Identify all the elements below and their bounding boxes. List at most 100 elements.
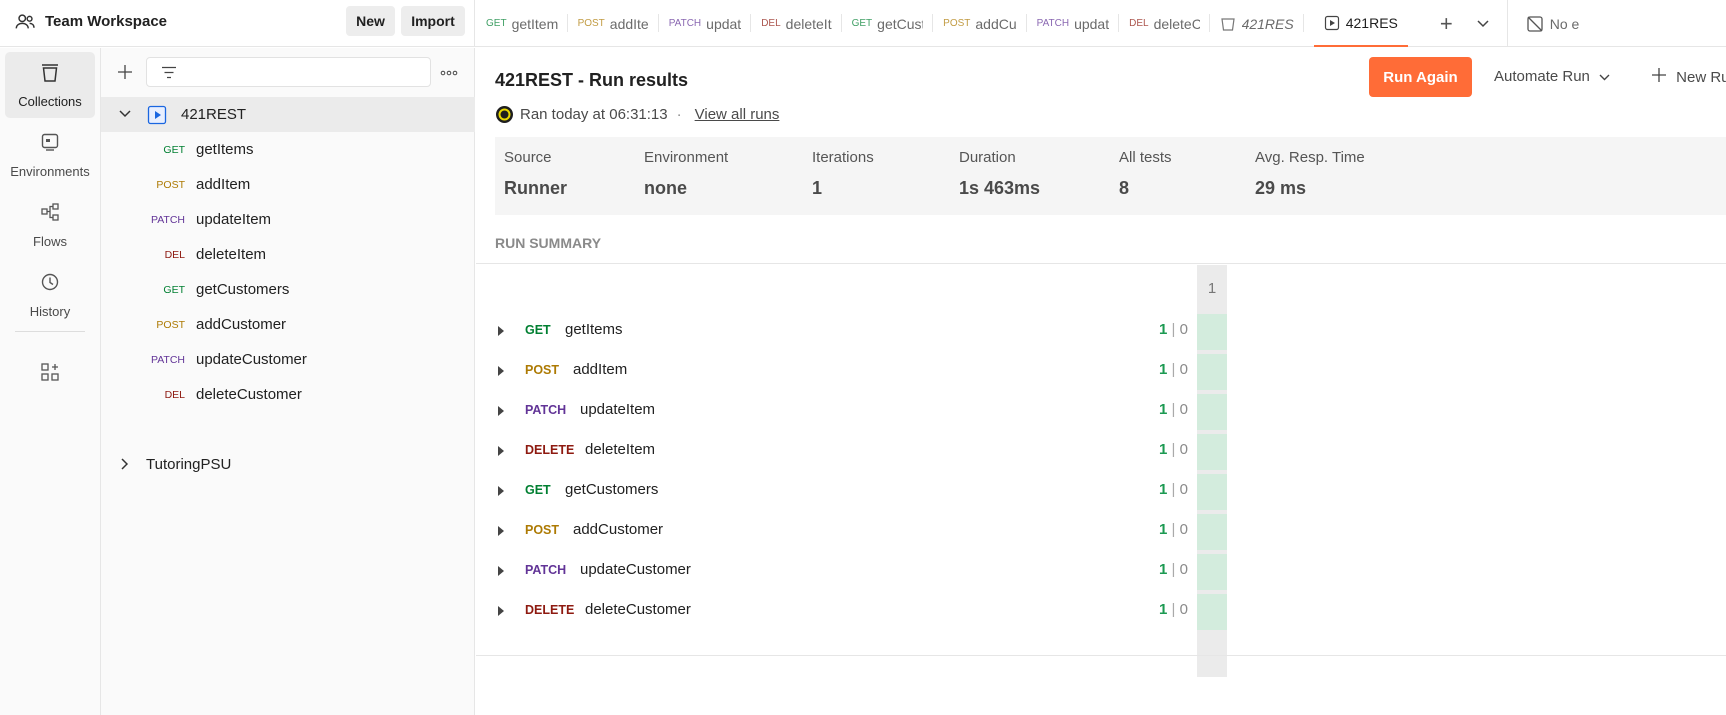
- sidebar-request-item[interactable]: GET getItems: [101, 132, 475, 167]
- run-time-text: Ran today at 06:31:13: [520, 106, 668, 123]
- tab-request[interactable]: POST addCu: [933, 0, 1027, 47]
- summary-row[interactable]: DELETE deleteItem 1 | 0: [476, 432, 1236, 472]
- tab-request[interactable]: PATCH updat: [1027, 0, 1120, 47]
- new-run-button[interactable]: New Ru: [1652, 68, 1726, 86]
- collection-name: TutoringPSU: [146, 456, 232, 473]
- tab-overflow-chevron-icon[interactable]: [1467, 0, 1499, 47]
- passed-count: 1: [1159, 481, 1168, 498]
- iteration-pass-cell[interactable]: [1197, 354, 1227, 390]
- stat-label: Environment: [644, 149, 729, 166]
- failed-count: 0: [1179, 481, 1188, 498]
- rail-collections[interactable]: Collections: [5, 52, 95, 118]
- tab-request[interactable]: GET getCust: [842, 0, 934, 47]
- run-results-panel: 421REST - Run results Ran today at 06:31…: [476, 48, 1726, 715]
- expand-caret-icon[interactable]: [498, 606, 504, 616]
- iteration-pass-cell[interactable]: [1197, 514, 1227, 550]
- request-name: deleteItem: [585, 441, 656, 458]
- rail-environments[interactable]: Environments: [5, 122, 95, 188]
- sidebar-request-item[interactable]: PATCH updateItem: [101, 202, 475, 237]
- run-again-button[interactable]: Run Again: [1369, 57, 1472, 97]
- collection-421rest[interactable]: 421REST: [101, 97, 475, 132]
- iteration-pass-cell[interactable]: [1197, 594, 1227, 630]
- rail-flows[interactable]: Flows: [5, 192, 95, 258]
- tab-runner-inactive[interactable]: 421RES: [1210, 0, 1304, 47]
- tab-request[interactable]: PATCH updat: [659, 0, 752, 47]
- sidebar-request-item[interactable]: POST addCustomer: [101, 307, 475, 342]
- expand-caret-icon[interactable]: [498, 326, 504, 336]
- iteration-pass-cell[interactable]: [1197, 394, 1227, 430]
- chevron-right-icon[interactable]: [121, 458, 129, 470]
- import-button[interactable]: Import: [401, 5, 465, 36]
- summary-row[interactable]: PATCH updateCustomer 1 | 0: [476, 552, 1236, 592]
- iteration-pass-cell[interactable]: [1197, 554, 1227, 590]
- tab-method: DEL: [761, 18, 781, 29]
- collection-tutoringpsu[interactable]: TutoringPSU: [101, 447, 475, 482]
- summary-row[interactable]: GET getCustomers 1 | 0: [476, 472, 1236, 512]
- run-summary-label: RUN SUMMARY: [495, 235, 602, 251]
- expand-caret-icon[interactable]: [498, 406, 504, 416]
- expand-caret-icon[interactable]: [498, 366, 504, 376]
- expand-caret-icon[interactable]: [498, 526, 504, 536]
- automate-run-button[interactable]: Automate Run: [1494, 68, 1610, 85]
- sidebar-toolbar: [101, 48, 474, 96]
- sidebar-request-item[interactable]: PATCH updateCustomer: [101, 342, 475, 377]
- environments-icon: [41, 133, 59, 151]
- chevron-down-icon[interactable]: [119, 110, 131, 118]
- separator-dot: ·: [676, 106, 682, 123]
- failed-count: 0: [1179, 401, 1188, 418]
- summary-row[interactable]: GET getItems 1 | 0: [476, 312, 1236, 352]
- method-label: POST: [525, 523, 560, 537]
- tab-runner-active[interactable]: 421RES: [1313, 0, 1408, 47]
- filter-input[interactable]: [146, 57, 431, 87]
- tab-request[interactable]: POST addIte: [568, 0, 659, 47]
- passed-count: 1: [1159, 321, 1168, 338]
- configure-workbench-icon[interactable]: [40, 362, 60, 382]
- tab-request[interactable]: GET getItems: [476, 0, 568, 47]
- sidebar-request-item[interactable]: DEL deleteCustomer: [101, 377, 475, 412]
- iteration-pass-cell[interactable]: [1197, 314, 1227, 350]
- more-options-icon[interactable]: [440, 70, 458, 76]
- tab-label: 421RES: [1241, 15, 1294, 32]
- sidebar-request-item[interactable]: DEL deleteItem: [101, 237, 475, 272]
- expand-caret-icon[interactable]: [498, 566, 504, 576]
- method-badge: DEL: [164, 248, 185, 261]
- summary-row[interactable]: POST addItem 1 | 0: [476, 352, 1236, 392]
- workspace-header: Team Workspace New Import: [0, 0, 475, 47]
- test-counts: 1 | 0: [1159, 321, 1188, 338]
- new-button[interactable]: New: [346, 5, 395, 36]
- tab-request[interactable]: DEL deleteIt: [751, 0, 842, 47]
- iteration-pass-cell[interactable]: [1197, 434, 1227, 470]
- workspace-title[interactable]: Team Workspace: [45, 13, 167, 30]
- test-counts: 1 | 0: [1159, 561, 1188, 578]
- passed-count: 1: [1159, 561, 1168, 578]
- method-label: PATCH: [525, 563, 567, 577]
- method-badge: GET: [163, 283, 185, 296]
- summary-bottom-divider: [476, 655, 1726, 656]
- sidebar-request-item[interactable]: POST addItem: [101, 167, 475, 202]
- summary-row[interactable]: POST addCustomer 1 | 0: [476, 512, 1236, 552]
- add-collection-plus-icon[interactable]: [117, 64, 133, 80]
- summary-row[interactable]: DELETE deleteCustomer 1 | 0: [476, 592, 1236, 632]
- tab-method: GET: [486, 18, 507, 29]
- environment-selector[interactable]: No e: [1506, 0, 1590, 47]
- view-all-runs-link[interactable]: View all runs: [695, 106, 780, 123]
- method-label: DELETE: [525, 443, 575, 457]
- sidebar-request-item[interactable]: GET getCustomers: [101, 272, 475, 307]
- collection-name: 421REST: [181, 106, 247, 123]
- iteration-pass-cell[interactable]: [1197, 474, 1227, 510]
- tab-request[interactable]: DEL deleteC: [1119, 0, 1211, 47]
- automate-run-label: Automate Run: [1494, 68, 1590, 85]
- plus-icon: [1652, 68, 1666, 82]
- stat-label: Avg. Resp. Time: [1255, 149, 1365, 166]
- expand-caret-icon[interactable]: [498, 486, 504, 496]
- summary-row[interactable]: PATCH updateItem 1 | 0: [476, 392, 1236, 432]
- count-separator: |: [1171, 521, 1176, 538]
- rail-label: Flows: [33, 234, 67, 249]
- new-tab-plus-icon[interactable]: +: [1430, 0, 1463, 47]
- test-counts: 1 | 0: [1159, 601, 1188, 618]
- rail-history[interactable]: History: [5, 262, 95, 328]
- stat-label: Iterations: [812, 149, 874, 166]
- expand-caret-icon[interactable]: [498, 446, 504, 456]
- passed-count: 1: [1159, 361, 1168, 378]
- request-name: deleteItem: [196, 246, 267, 263]
